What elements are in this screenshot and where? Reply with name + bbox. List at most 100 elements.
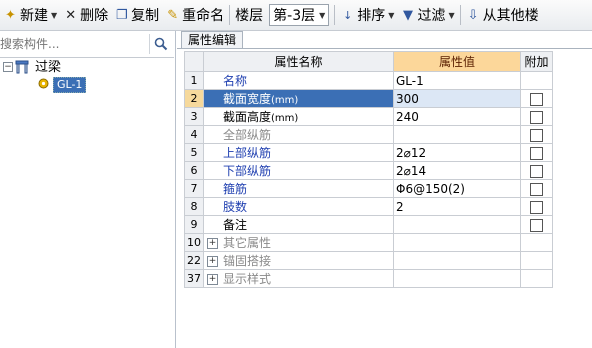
expand-icon[interactable]: +	[207, 238, 218, 249]
sort-icon: ↓	[343, 8, 353, 22]
group-row[interactable]: 22 + 锚固搭接	[184, 251, 553, 270]
tree-item-label: GL-1	[53, 77, 87, 93]
name-column-header: 属性名称	[203, 51, 394, 72]
table-row[interactable]: 3 截面高度(mm) 240	[184, 107, 553, 126]
add-checkbox[interactable]	[530, 200, 543, 214]
property-name: 全部纵筋	[203, 125, 394, 144]
row-number: 9	[184, 215, 204, 234]
add-cell	[520, 215, 553, 234]
property-value[interactable]: 2⌀12	[393, 143, 521, 162]
property-unit: (mm)	[271, 113, 299, 124]
row-number: 8	[184, 197, 204, 216]
property-name: 上部纵筋	[203, 143, 394, 162]
add-cell	[520, 71, 553, 90]
component-gear-icon	[38, 78, 49, 89]
toolbar-divider	[459, 5, 461, 25]
rename-button[interactable]: ✎ 重命名	[162, 2, 227, 28]
row-number: 3	[184, 107, 204, 126]
property-value[interactable]: 2⌀14	[393, 161, 521, 180]
tree-item-label: 过梁	[35, 60, 62, 75]
property-name: 下部纵筋	[203, 161, 394, 180]
add-cell	[520, 143, 553, 162]
tree-item-gl-1[interactable]: GL-1	[0, 76, 175, 93]
group-name: + 其它属性	[203, 233, 394, 252]
add-checkbox[interactable]	[530, 182, 543, 196]
property-value[interactable]: 240	[393, 107, 521, 126]
copy-icon: ❐	[115, 7, 128, 23]
tab-property-edit[interactable]: 属性编辑	[181, 31, 244, 49]
add-column-header: 附加	[520, 51, 553, 72]
property-name-text: 截面高度	[223, 110, 272, 124]
component-tree: − 过梁 GL-1	[0, 59, 175, 93]
search-input[interactable]	[0, 35, 146, 53]
table-row[interactable]: 1 名称 GL-1	[184, 71, 553, 90]
add-cell	[520, 107, 553, 126]
add-cell	[520, 197, 553, 216]
property-value[interactable]: 2	[393, 197, 521, 216]
row-number: 5	[184, 143, 204, 162]
expand-icon[interactable]: +	[207, 256, 218, 267]
component-tree-panel: − 过梁 GL-1	[0, 31, 176, 348]
property-editor-panel: 属性编辑 属性名称 属性值 附加 1 名称 GL-1 2 截面宽度(mm) 30…	[177, 31, 592, 348]
copy-from-floor-icon: ⇩	[467, 7, 479, 23]
copy-button[interactable]: ❐ 复制	[111, 2, 162, 28]
search-button[interactable]	[149, 34, 172, 54]
table-row[interactable]: 6 下部纵筋 2⌀14	[184, 161, 553, 180]
group-row[interactable]: 10 + 其它属性	[184, 233, 553, 252]
add-checkbox[interactable]	[530, 146, 543, 160]
table-row[interactable]: 4 全部纵筋	[184, 125, 553, 144]
property-name: 箍筋	[203, 179, 394, 198]
add-cell	[520, 161, 553, 180]
add-checkbox[interactable]	[530, 218, 543, 232]
group-label: 显示样式	[223, 272, 272, 286]
chevron-down-icon: ▼	[388, 10, 395, 20]
property-name: 备注	[203, 215, 394, 234]
row-number: 10	[184, 233, 204, 252]
property-value[interactable]	[393, 215, 521, 234]
sort-button[interactable]: ↓ 排序 ▼	[337, 2, 397, 28]
chevron-down-icon: ▼	[448, 10, 455, 20]
floor-select[interactable]: 第-3层 ▼	[269, 4, 330, 26]
chevron-down-icon: ▼	[51, 10, 58, 20]
property-value[interactable]: Φ6@150(2)	[393, 179, 521, 198]
group-label: 锚固搭接	[223, 254, 272, 268]
add-cell	[520, 269, 553, 288]
row-number: 1	[184, 71, 204, 90]
expand-icon[interactable]: +	[207, 274, 218, 285]
delete-icon: ✕	[65, 7, 77, 23]
table-header-row: 属性名称 属性值 附加	[184, 51, 553, 72]
toolbar-divider	[334, 5, 336, 25]
add-cell	[520, 89, 553, 108]
filter-button[interactable]: ▼ 过滤 ▼	[397, 2, 457, 28]
new-button[interactable]: ✦ 新建 ▼	[0, 2, 60, 28]
chevron-down-icon: ▼	[319, 10, 326, 20]
row-number: 2	[184, 89, 204, 108]
row-number: 37	[184, 269, 204, 288]
table-row[interactable]: 7 箍筋 Φ6@150(2)	[184, 179, 553, 198]
row-number: 22	[184, 251, 204, 270]
group-value	[393, 233, 521, 252]
property-table: 属性名称 属性值 附加 1 名称 GL-1 2 截面宽度(mm) 300 3 截…	[184, 51, 553, 288]
collapse-icon[interactable]: −	[3, 62, 13, 72]
property-value[interactable]: 300	[393, 89, 521, 108]
table-row[interactable]: 8 肢数 2	[184, 197, 553, 216]
tree-item-lintel-group[interactable]: − 过梁	[0, 59, 175, 76]
group-row[interactable]: 37 + 显示样式	[184, 269, 553, 288]
table-row[interactable]: 5 上部纵筋 2⌀12	[184, 143, 553, 162]
add-checkbox[interactable]	[530, 128, 543, 142]
property-name: 肢数	[203, 197, 394, 216]
property-value[interactable]	[393, 125, 521, 144]
copy-from-floor-button[interactable]: ⇩ 从其他楼	[463, 2, 542, 28]
row-number: 6	[184, 161, 204, 180]
add-checkbox[interactable]	[530, 92, 543, 106]
property-name: 名称	[203, 71, 394, 90]
add-checkbox[interactable]	[530, 164, 543, 178]
table-row[interactable]: 9 备注	[184, 215, 553, 234]
table-row[interactable]: 2 截面宽度(mm) 300	[184, 89, 553, 108]
add-checkbox[interactable]	[530, 110, 543, 124]
search-icon	[154, 37, 168, 51]
property-value[interactable]: GL-1	[393, 71, 521, 90]
delete-button[interactable]: ✕ 删除	[60, 2, 111, 28]
group-label: 其它属性	[223, 236, 272, 250]
floor-label: 楼层	[235, 8, 264, 24]
